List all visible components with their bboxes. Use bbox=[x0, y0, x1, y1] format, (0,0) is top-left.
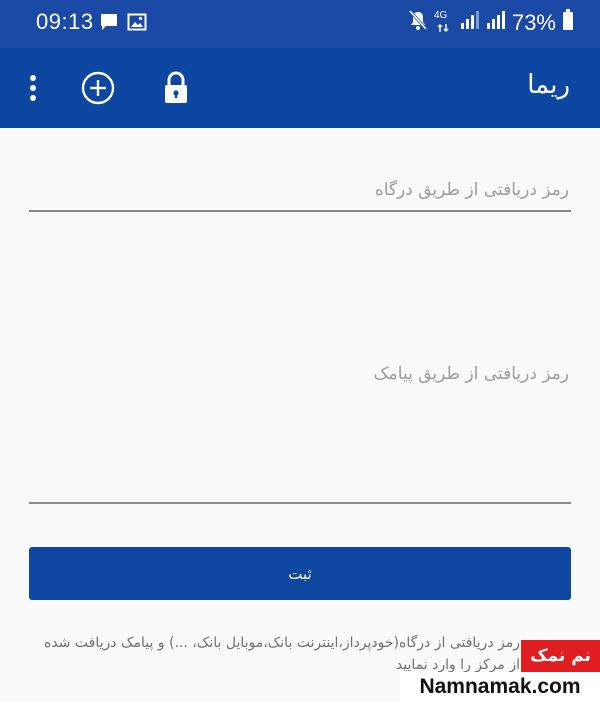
battery-percent: 73% bbox=[511, 9, 556, 35]
add-circle-icon bbox=[81, 71, 115, 105]
signal-icon bbox=[486, 10, 506, 35]
sms-password-field[interactable] bbox=[29, 358, 571, 504]
mute-icon bbox=[408, 9, 428, 36]
add-button[interactable] bbox=[80, 70, 116, 106]
gateway-password-input[interactable] bbox=[29, 170, 571, 210]
submit-button[interactable]: ثبت bbox=[29, 547, 571, 600]
app-title: ریما bbox=[527, 70, 570, 100]
notification-icons bbox=[99, 12, 147, 36]
more-vert-icon bbox=[30, 75, 36, 101]
app-bar: ریما bbox=[0, 48, 600, 128]
network-4g-icon: 4G bbox=[434, 10, 454, 36]
gateway-password-field[interactable] bbox=[29, 170, 571, 212]
watermark-site: Namnamak.com bbox=[400, 672, 600, 702]
sms-password-input[interactable] bbox=[29, 358, 571, 502]
status-right: 4G 73% bbox=[408, 9, 574, 36]
status-time: 09:13 bbox=[36, 9, 94, 34]
image-icon bbox=[127, 12, 147, 36]
lock-icon bbox=[165, 71, 187, 103]
signal-icon bbox=[460, 10, 480, 35]
status-bar: 09:13 4G 73% bbox=[0, 0, 600, 48]
battery-icon bbox=[562, 9, 574, 36]
watermark-brand: نم نمک bbox=[521, 640, 600, 672]
message-icon bbox=[99, 12, 119, 36]
more-options-button[interactable] bbox=[15, 70, 51, 106]
lock-button[interactable] bbox=[158, 70, 194, 106]
